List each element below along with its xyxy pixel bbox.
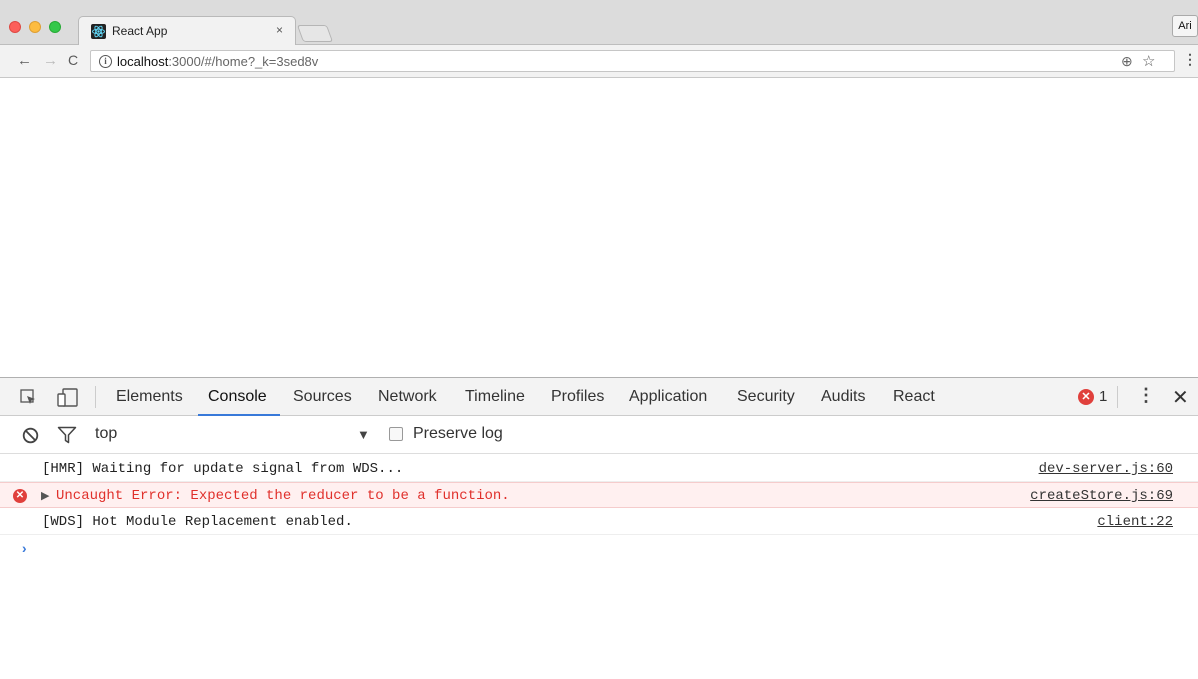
react-icon [91,24,106,39]
tab-strip: React App × Ari [0,0,1198,46]
devtools-panel: Elements Console Sources Network Timelin… [0,377,1198,679]
error-count[interactable]: 1 [1099,388,1107,405]
browser-window: React App × Ari ← → C i localhost:3000/#… [0,0,1198,679]
zoom-icon[interactable]: ⊕ [1121,53,1133,70]
dropdown-arrow-icon[interactable]: ▼ [357,427,370,442]
console-prompt-icon[interactable]: › [20,542,28,558]
tab-console[interactable]: Console [208,388,267,406]
browser-menu-icon[interactable]: ⋮ [1183,51,1197,68]
more-options-icon[interactable]: ⋮ [1137,385,1155,406]
tab-separator [95,386,96,408]
info-icon[interactable]: i [99,55,112,68]
page-viewport [0,79,1198,377]
url-path: :3000/#/home?_k=3sed8v [168,54,319,69]
console-toolbar: top ▼ Preserve log [0,416,1198,454]
back-arrow-icon[interactable]: ← [17,52,32,69]
error-count-icon[interactable]: ✕ [1078,389,1094,405]
source-link[interactable]: dev-server.js:60 [1039,461,1173,477]
new-tab-button[interactable] [296,25,334,42]
maximize-window-button[interactable] [49,21,61,33]
tab-timeline[interactable]: Timeline [465,388,525,406]
forward-arrow-icon[interactable]: → [43,52,58,69]
filter-icon[interactable] [57,426,77,444]
expand-arrow-icon[interactable]: ▶ [41,489,49,502]
error-text: Uncaught Error: Expected the reducer to … [56,488,510,504]
tab-audits[interactable]: Audits [821,388,865,406]
message-text: [HMR] Waiting for update signal from WDS… [42,461,404,477]
tab-profiles[interactable]: Profiles [551,388,604,406]
console-error-message: ✕ ▶ Uncaught Error: Expected the reducer… [0,482,1198,508]
preserve-log-checkbox[interactable] [389,427,403,441]
tab-application[interactable]: Application [629,388,707,406]
minimize-window-button[interactable] [29,21,41,33]
clear-console-icon[interactable] [22,427,39,444]
source-link[interactable]: client:22 [1097,514,1173,530]
address-bar[interactable]: i localhost:3000/#/home?_k=3sed8v ⊕ ☆ [90,50,1175,72]
profile-button[interactable]: Ari [1172,15,1198,37]
close-devtools-icon[interactable]: ✕ [1172,385,1189,410]
tab-elements[interactable]: Elements [116,388,183,406]
bookmark-star-icon[interactable]: ☆ [1142,52,1155,70]
tab-security[interactable]: Security [737,388,795,406]
tab-separator [1117,386,1118,408]
close-window-button[interactable] [9,21,21,33]
browser-tab[interactable]: React App × [78,16,296,46]
preserve-log-label[interactable]: Preserve log [413,425,503,443]
tab-title: React App [112,24,168,38]
tab-sources[interactable]: Sources [293,388,352,406]
url-host: localhost [117,54,169,69]
message-text: [WDS] Hot Module Replacement enabled. [42,514,353,530]
browser-toolbar: ← → C i localhost:3000/#/home?_k=3sed8v … [0,45,1198,78]
tab-network[interactable]: Network [378,388,437,406]
error-icon: ✕ [13,489,27,503]
source-link[interactable]: createStore.js:69 [1030,488,1173,504]
context-selector[interactable]: top [95,425,117,443]
devtools-tab-bar: Elements Console Sources Network Timelin… [0,378,1198,416]
console-message: [HMR] Waiting for update signal from WDS… [0,456,1198,482]
tab-react[interactable]: React [893,388,935,406]
device-toolbar-icon[interactable] [57,388,79,407]
reload-icon[interactable]: C [68,52,78,68]
tab-close-icon[interactable]: × [276,23,283,37]
console-message: [WDS] Hot Module Replacement enabled. cl… [0,509,1198,535]
inspect-element-icon[interactable] [20,389,37,406]
url-text[interactable]: localhost:3000/#/home?_k=3sed8v [117,54,318,69]
